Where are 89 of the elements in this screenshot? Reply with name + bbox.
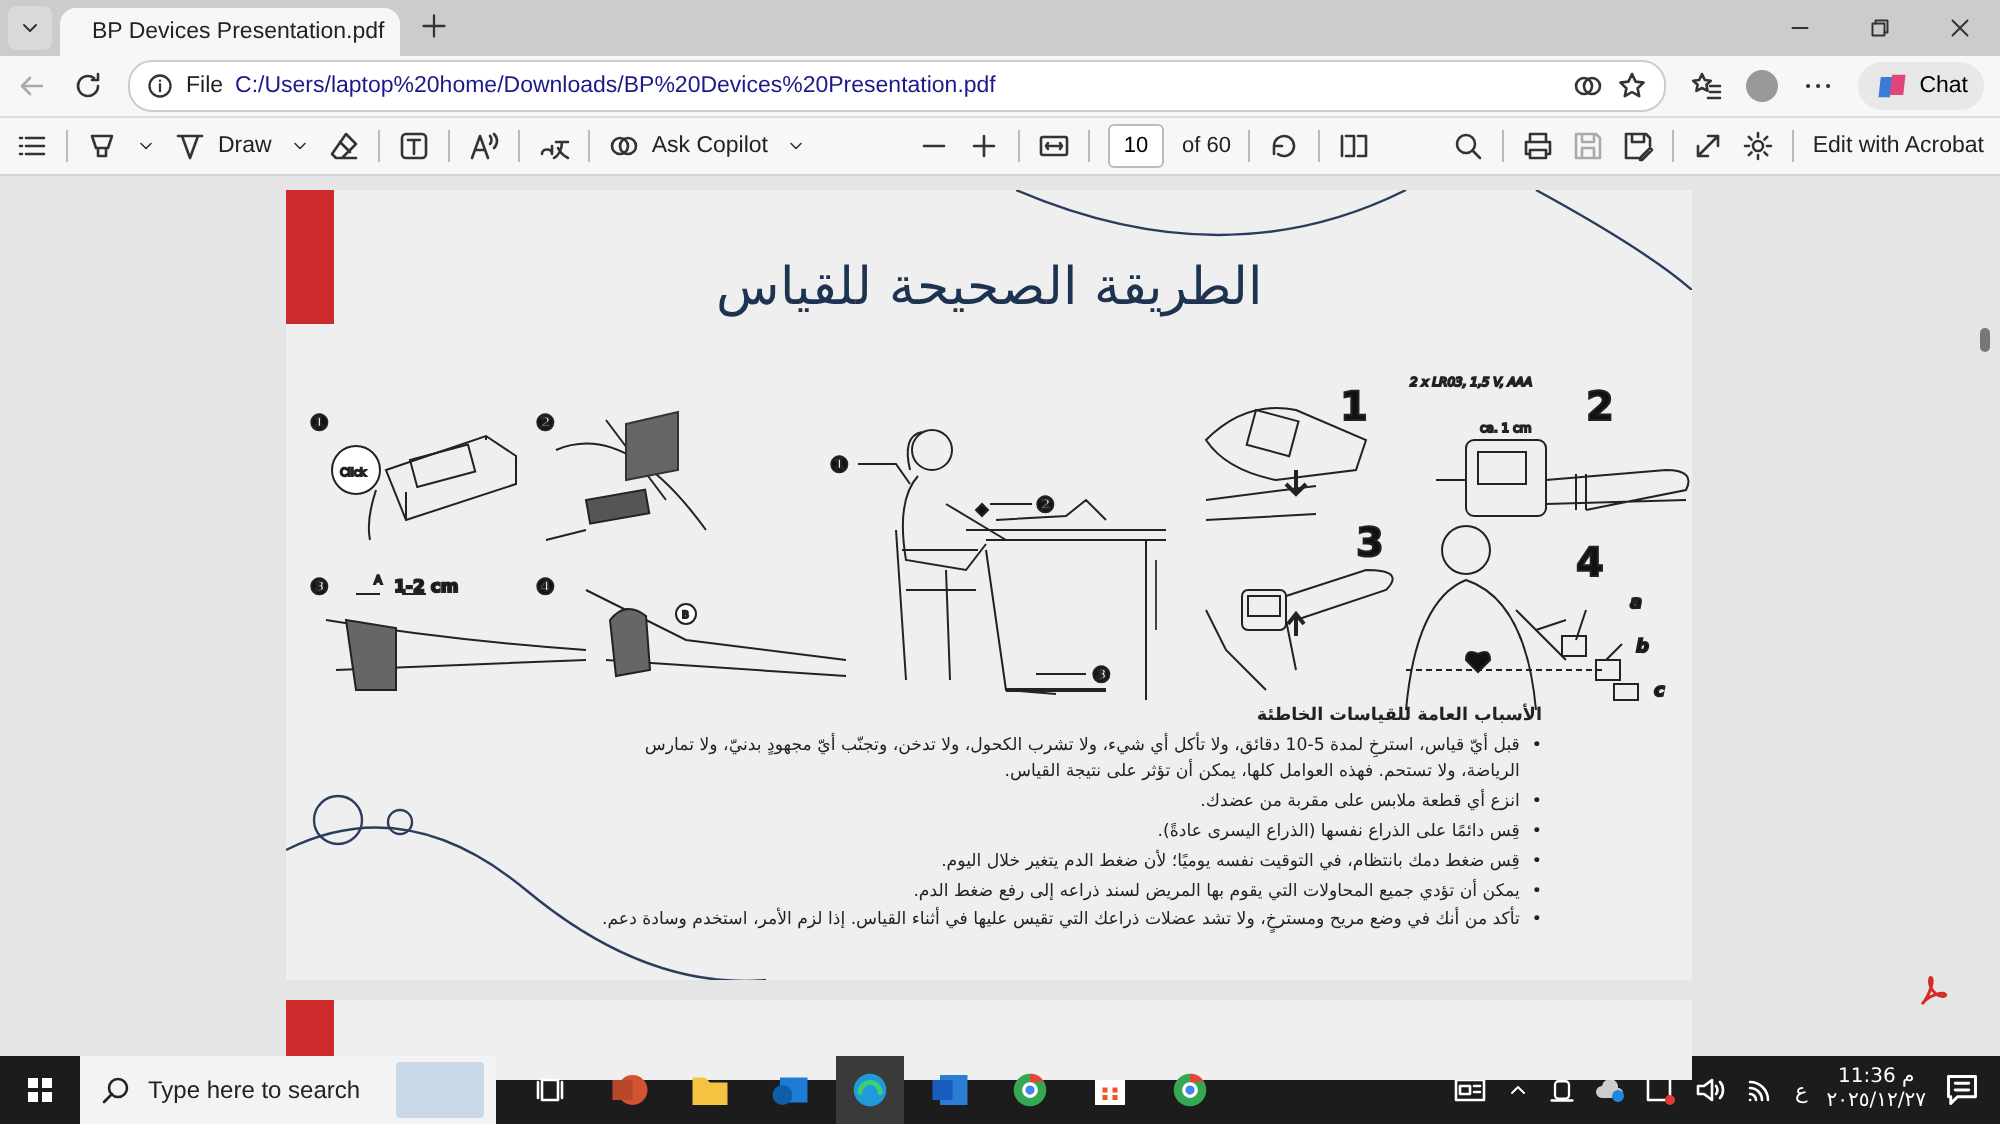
leader-line	[989, 503, 1033, 505]
accent-bar	[286, 190, 334, 324]
browser-tab[interactable]: BP Devices Presentation.pdf	[60, 8, 400, 56]
step-label: ❹	[536, 574, 555, 600]
plus-icon[interactable]	[420, 12, 448, 40]
leader-line	[857, 463, 911, 485]
cause-item: قِس دائمًا على الذراع نفسها (الذراع اليسرى عادةً).	[1155, 819, 1520, 846]
windows-logo-icon[interactable]	[24, 1074, 56, 1106]
cause-item: قبل أيّ قياس، استرخِ لمدة 5-10 دقائق، ولا تأكل أي شيء، ولا تشرب الكحول، ولا تدخن، وتجنّب أيّ مجهودٍ بدنيّ، ولا تمارس الرياضة، ولا تستحم. فهذه العوامل كلها، يمكن أن تؤثر على نتيجة القياس.	[642, 732, 1520, 786]
url-scheme: File	[186, 74, 224, 98]
text-box-icon[interactable]	[397, 130, 430, 162]
step-label: ❷	[1036, 492, 1055, 518]
input-language[interactable]: ع	[1794, 1077, 1809, 1103]
position-label: c	[1654, 682, 1665, 702]
chat-button[interactable]: Chat	[1857, 62, 1984, 110]
step-label: 2	[1586, 382, 1614, 430]
cause-item: تأكد من أنك في وضع مريح ومسترخٍ، ولا تشد عضلات ذراعك التي تقيس عليها في أثناء القياس. إذا لزم الأمر، استخدم وسادة دعم.	[599, 906, 1520, 937]
leader-line	[1035, 673, 1087, 675]
accent-bar	[286, 1000, 334, 1060]
speaker-icon[interactable]	[1694, 1074, 1727, 1106]
word-icon[interactable]	[930, 1070, 970, 1110]
address-bar[interactable]: File C:/Users/laptop%20home/Downloads/BP%20Devices%20Presentation.pdf	[128, 60, 1666, 112]
step-label: ❷	[536, 410, 555, 436]
cause-item: انزع أي قطعة ملابس على مقربة من عضدك.	[1198, 787, 1520, 816]
search-icon	[100, 1074, 132, 1106]
bullet-mark: •	[1531, 789, 1542, 816]
settings-icon[interactable]	[1742, 130, 1775, 162]
profile-avatar[interactable]	[1745, 70, 1778, 102]
bullet-mark: •	[1531, 819, 1542, 846]
slide-title: الطريقة الصحيحة للقياس	[716, 256, 1262, 318]
highlighter-icon[interactable]	[86, 130, 118, 162]
fit-width-icon[interactable]	[1038, 130, 1071, 162]
step-label: ❶	[830, 452, 849, 478]
tab-actions-button[interactable]	[8, 6, 52, 50]
bullet-mark: •	[1531, 734, 1542, 761]
star-icon[interactable]	[1615, 70, 1648, 102]
chrome-icon[interactable]	[1010, 1070, 1050, 1110]
task-view-icon[interactable]	[534, 1074, 566, 1106]
chrome-icon[interactable]	[1170, 1070, 1210, 1110]
refresh-icon[interactable]	[72, 70, 104, 102]
search-highlight-picture	[396, 1062, 484, 1118]
pen-icon	[174, 130, 206, 162]
page-count: of 60	[1182, 134, 1231, 158]
taskbar-clock[interactable]: 11:36 م ٢٠٢٥/١٢/٢٧	[1826, 1065, 1926, 1115]
rotate-icon[interactable]	[1268, 130, 1301, 162]
position-label: a	[1630, 594, 1643, 614]
position-label: b	[1636, 638, 1649, 658]
step-label: 4	[1576, 538, 1604, 586]
divider-line	[1155, 559, 1157, 631]
measure-label: 1-2 cm	[394, 578, 459, 598]
page-number-field[interactable]: 10	[1108, 124, 1165, 168]
step-label: ❶	[310, 410, 329, 436]
step-label: 1	[1340, 382, 1368, 430]
page-view-icon[interactable]	[1338, 130, 1371, 162]
restore-icon[interactable]	[1868, 16, 1892, 40]
bullet-mark: •	[1531, 908, 1542, 935]
save-as-icon[interactable]	[1622, 130, 1655, 162]
expand-icon[interactable]	[1692, 130, 1725, 162]
print-icon[interactable]	[1522, 130, 1555, 162]
cause-item: قِس ضغط دمك بانتظام، في التوقيت نفسه يوميًا؛ لأن ضغط الدم يتغير خلال اليوم.	[939, 847, 1520, 876]
read-aloud-icon[interactable]	[467, 130, 500, 162]
causes-heading: الأسباب العامة للقياسات الخاطئة	[1254, 702, 1542, 730]
acrobat-logo-icon[interactable]	[1916, 974, 1952, 1010]
cause-item: يمكن أن تؤدي جميع المحاولات التي يقوم بها المريض لسند ذراعه إلى رفع ضغط الدم.	[911, 877, 1520, 906]
browser-icon[interactable]	[850, 1070, 890, 1110]
cloud-icon[interactable]	[1594, 1074, 1627, 1106]
step-label: ❸	[310, 574, 329, 600]
url-text: C:/Users/laptop%20home/Downloads/BP%20Devices%20Presentation.pdf	[235, 74, 998, 98]
news-icon[interactable]	[1452, 1074, 1489, 1106]
close-icon[interactable]	[1948, 16, 1972, 40]
taskbar-search-field[interactable]: Type here to search	[80, 1056, 496, 1124]
search-placeholder: Type here to search	[148, 1076, 361, 1104]
notification-icon[interactable]	[1944, 1072, 1980, 1108]
bullet-mark: •	[1531, 849, 1542, 876]
edit-with-acrobat-button[interactable]: Edit with Acrobat	[1812, 134, 1984, 158]
security-icon[interactable]	[1644, 1074, 1677, 1106]
draw-button[interactable]: Draw	[174, 130, 272, 162]
step-label: 3	[1356, 518, 1384, 566]
scrollbar-thumb[interactable]	[1980, 328, 1990, 352]
search-icon[interactable]	[1452, 130, 1485, 162]
ask-copilot-button[interactable]: Ask Copilot	[607, 130, 769, 162]
favorites-icon[interactable]	[1689, 70, 1722, 102]
camera-icon[interactable]	[1548, 1076, 1577, 1104]
eraser-icon[interactable]	[327, 130, 360, 162]
step-label: ❸	[1092, 662, 1111, 688]
bullet-mark: •	[1531, 879, 1542, 906]
info-icon	[146, 72, 174, 100]
zoom-in-icon[interactable]	[968, 130, 1001, 162]
powerpoint-icon[interactable]	[610, 1070, 650, 1110]
